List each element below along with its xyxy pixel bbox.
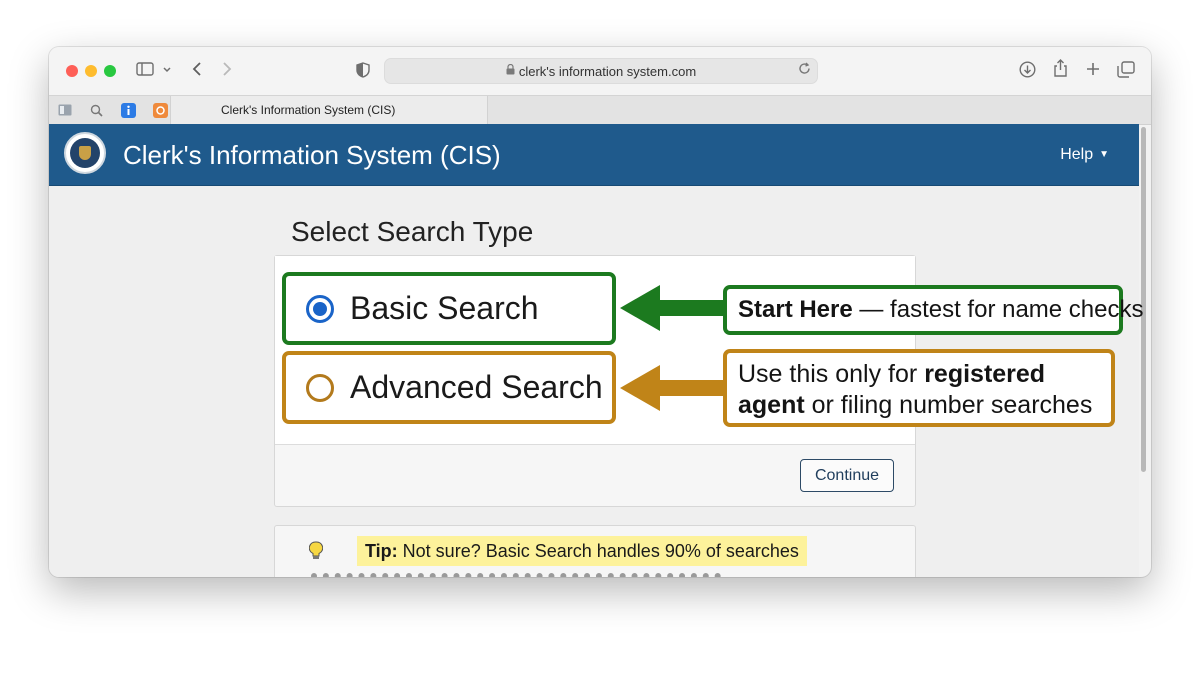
pinned-tab-search[interactable] — [86, 100, 106, 120]
callout-strong: Start Here — [738, 296, 853, 323]
advanced-search-option[interactable]: Advanced Search — [282, 351, 616, 424]
forward-icon[interactable] — [221, 61, 233, 81]
basic-search-label: Basic Search — [350, 290, 539, 326]
pinned-tab-info[interactable] — [118, 100, 138, 120]
basic-search-radio[interactable] — [306, 294, 334, 323]
reload-icon[interactable] — [798, 62, 811, 78]
basic-search-option[interactable]: Basic Search — [282, 272, 616, 345]
download-icon[interactable] — [1019, 61, 1036, 82]
browser-toolbar: clerk's information system.com — [49, 47, 1151, 95]
share-icon[interactable] — [1053, 59, 1068, 82]
orange-arrow-icon — [620, 365, 726, 411]
page-title: Select Search Type — [291, 216, 534, 247]
tip-text: Tip: Not sure? Basic Search handles 90% … — [357, 536, 807, 566]
site-header: Clerk's Information System (CIS) Help ▼ — [49, 124, 1139, 186]
help-menu[interactable]: Help ▼ — [1060, 146, 1109, 164]
privacy-shield-icon[interactable] — [356, 62, 370, 82]
close-window-button[interactable] — [66, 65, 78, 77]
tip-truncated-text — [311, 573, 721, 577]
pinned-tab-app[interactable] — [150, 100, 170, 120]
tip-panel: Tip: Not sure? Basic Search handles 90% … — [274, 525, 916, 577]
advanced-search-label: Advanced Search — [350, 369, 603, 405]
tab-overview-icon[interactable] — [1117, 61, 1135, 82]
site-title: Clerk's Information System (CIS) — [123, 140, 501, 170]
new-tab-icon[interactable] — [1086, 62, 1100, 80]
advanced-search-radio[interactable] — [306, 373, 334, 402]
lock-icon — [506, 63, 515, 78]
zoom-window-button[interactable] — [104, 65, 116, 77]
back-icon[interactable] — [191, 61, 203, 81]
tab-title: Clerk's Information System (CIS) — [221, 103, 396, 117]
url-text: clerk's information system.com — [518, 63, 697, 79]
callout-text: — fastest for name checks — [852, 296, 1144, 323]
pinned-tab-reader[interactable] — [55, 100, 75, 120]
basic-search-callout: Start Here — fastest for name checks — [723, 285, 1144, 335]
seal-logo — [64, 132, 106, 174]
callout-strong-1: registered — [924, 360, 1046, 388]
callout-text-after: or filing number searches — [804, 391, 1093, 419]
help-label: Help — [1060, 146, 1094, 163]
minimize-window-button[interactable] — [85, 65, 97, 77]
green-arrow-icon — [620, 285, 726, 331]
continue-button[interactable]: Continue — [800, 459, 894, 492]
lightbulb-icon — [308, 541, 324, 566]
caret-down-icon: ▼ — [1099, 149, 1109, 160]
advanced-search-callout: Use this only for registered agent or fil… — [723, 349, 1115, 427]
tab-strip: Clerk's Information System (CIS) — [49, 95, 1151, 125]
callout-text-before: Use this only for — [738, 360, 925, 388]
callout-strong-2: agent — [738, 391, 805, 419]
tip-label: Tip: — [365, 541, 398, 561]
sidebar-icon[interactable] — [136, 62, 154, 80]
tip-body: Not sure? Basic Search handles 90% of se… — [397, 541, 799, 561]
chevron-down-icon[interactable] — [162, 63, 172, 79]
address-bar[interactable]: clerk's information system.com — [384, 58, 818, 84]
tab-cis[interactable]: Clerk's Information System (CIS) — [170, 96, 488, 124]
